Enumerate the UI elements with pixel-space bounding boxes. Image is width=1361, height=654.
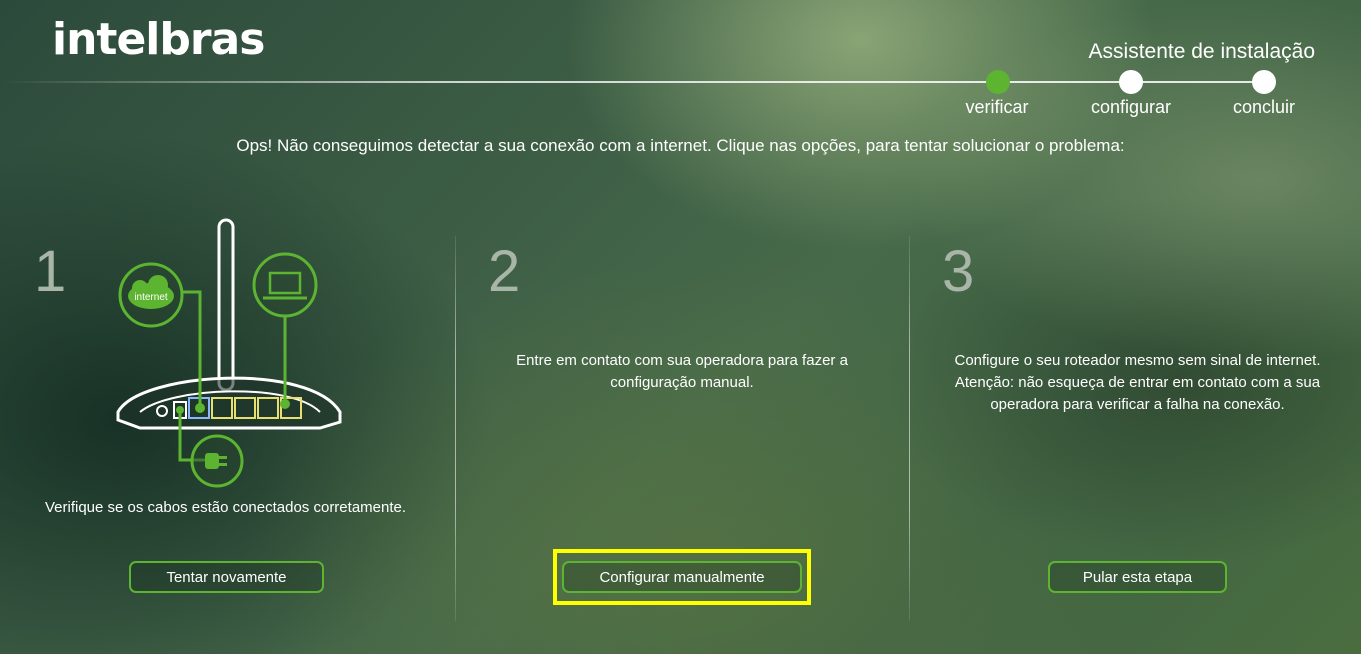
router-antenna <box>217 218 235 392</box>
option-3-description: Configure o seu roteador mesmo sem sinal… <box>914 350 1361 416</box>
router-cables-illustration: internet <box>116 218 342 488</box>
column-divider <box>455 236 456 621</box>
connection-error-message: Ops! Não conseguimos detectar a sua cone… <box>236 136 1125 155</box>
retry-button[interactable]: Tentar novamente <box>129 561 324 593</box>
internet-label: internet <box>134 292 168 303</box>
step-label-configurar: configurar <box>1090 97 1172 117</box>
option-2-description-line: configuração manual. <box>610 374 754 391</box>
column-divider <box>909 236 910 621</box>
step-dot-configurar <box>1119 70 1143 94</box>
header-divider <box>0 81 1000 83</box>
step-label-concluir: concluir <box>1232 97 1296 117</box>
skip-step-button[interactable]: Pular esta etapa <box>1048 561 1227 593</box>
option-number-3: 3 <box>942 239 975 304</box>
configure-manually-button[interactable]: Configurar manualmente <box>562 561 802 593</box>
option-1-description: Verifique se os cabos estão conectados c… <box>44 499 407 516</box>
option-2-description-line: Entre em contato com sua operadora para … <box>516 352 848 369</box>
option-number-2: 2 <box>488 239 521 304</box>
step-dot-concluir <box>1252 70 1276 94</box>
option-3-description-line: Configure o seu roteador mesmo sem sinal… <box>954 352 1321 369</box>
option-number-1: 1 <box>34 239 67 304</box>
option-3-description-line: Atenção: não esqueça de entrar em contat… <box>954 374 1321 391</box>
option-2-description: Entre em contato com sua operadora para … <box>460 350 904 394</box>
step-dot-verificar <box>986 70 1010 94</box>
wizard-title: Assistente de instalação <box>1088 40 1315 63</box>
computer-circle <box>252 252 318 318</box>
option-3-description-line: operadora para verificar a falha na cone… <box>990 396 1285 413</box>
intelbras-logo: intelbras <box>52 14 265 65</box>
step-label-verificar: verificar <box>965 97 1029 117</box>
